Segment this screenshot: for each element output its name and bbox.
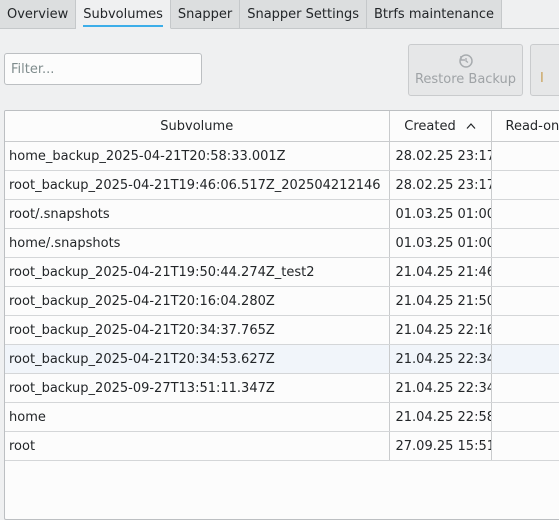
created-cell: 21.04.25 22:34 — [389, 374, 491, 403]
created-cell: 21.04.25 22:16 — [389, 316, 491, 345]
restore-backup-label: Restore Backup — [409, 72, 522, 87]
column-header-label: Read-onl — [506, 119, 559, 134]
tab-bar-spacer — [502, 0, 559, 29]
restore-icon — [458, 53, 474, 69]
table-row[interactable]: root_backup_2025-04-21T19:46:06.517Z_202… — [5, 171, 559, 200]
subvolume-cell: home_backup_2025-04-21T20:58:33.001Z — [5, 142, 389, 171]
tab-snapper-settings[interactable]: Snapper Settings — [240, 0, 367, 29]
column-header-label: Created — [404, 119, 455, 134]
subvolume-cell: home — [5, 403, 389, 432]
readonly-cell — [491, 142, 559, 171]
toolbar-overflow-button[interactable]: I — [530, 44, 559, 96]
tab-btrfs-maintenance[interactable]: Btrfs maintenance — [367, 0, 502, 29]
table-row[interactable]: home21.04.25 22:58 — [5, 403, 559, 432]
tab-overview[interactable]: Overview — [0, 0, 76, 29]
created-cell: 21.04.25 22:34 — [389, 345, 491, 374]
readonly-cell — [491, 403, 559, 432]
tab-snapper[interactable]: Snapper — [171, 0, 240, 29]
subvolume-cell: root/.snapshots — [5, 200, 389, 229]
table-row[interactable]: home_backup_2025-04-21T20:58:33.001Z28.0… — [5, 142, 559, 171]
subvolume-cell: root_backup_2025-09-27T13:51:11.347Z — [5, 374, 389, 403]
table-row[interactable]: root_backup_2025-09-27T13:51:11.347Z21.0… — [5, 374, 559, 403]
subvolume-cell: root — [5, 432, 389, 461]
readonly-cell — [491, 374, 559, 403]
subvolume-cell: home/.snapshots — [5, 229, 389, 258]
created-cell: 21.04.25 22:58 — [389, 403, 491, 432]
created-cell: 21.04.25 21:46 — [389, 258, 491, 287]
column-header-readonly[interactable]: Read-onl — [491, 111, 559, 142]
table-row[interactable]: root27.09.25 15:51 — [5, 432, 559, 461]
table-row[interactable]: root_backup_2025-04-21T20:16:04.280Z21.0… — [5, 287, 559, 316]
tab-label: Snapper Settings — [247, 7, 359, 22]
created-cell: 01.03.25 01:00 — [389, 229, 491, 258]
column-header-created[interactable]: Created — [389, 111, 491, 142]
readonly-cell — [491, 287, 559, 316]
tab-label: Snapper — [178, 7, 232, 22]
tab-label: Overview — [7, 7, 68, 22]
readonly-cell — [491, 229, 559, 258]
created-cell: 01.03.25 01:00 — [389, 200, 491, 229]
readonly-cell — [491, 171, 559, 200]
tab-label: Btrfs maintenance — [374, 7, 494, 22]
subvolume-cell: root_backup_2025-04-21T20:34:53.627Z — [5, 345, 389, 374]
tab-bar: Overview Subvolumes Snapper Snapper Sett… — [0, 0, 559, 29]
table-row[interactable]: root/.snapshots01.03.25 01:00 — [5, 200, 559, 229]
subvolumes-table: Subvolume Created Read-onl home_backup_2… — [4, 110, 559, 520]
tab-label: Subvolumes — [83, 7, 163, 27]
column-header-label: Subvolume — [160, 119, 233, 134]
readonly-cell — [491, 345, 559, 374]
subvolume-cell: root_backup_2025-04-21T19:50:44.274Z_tes… — [5, 258, 389, 287]
created-cell: 27.09.25 15:51 — [389, 432, 491, 461]
table-row[interactable]: root_backup_2025-04-21T20:34:37.765Z21.0… — [5, 316, 559, 345]
column-header-subvolume[interactable]: Subvolume — [5, 111, 389, 142]
table-row[interactable]: root_backup_2025-04-21T20:34:53.627Z21.0… — [5, 345, 559, 374]
filter-input[interactable] — [4, 53, 202, 85]
created-cell: 28.02.25 23:17 — [389, 171, 491, 200]
table-row[interactable]: home/.snapshots01.03.25 01:00 — [5, 229, 559, 258]
sort-ascending-icon — [466, 122, 476, 130]
restore-backup-button[interactable]: Restore Backup — [408, 44, 523, 96]
readonly-cell — [491, 432, 559, 461]
created-cell: 28.02.25 23:17 — [389, 142, 491, 171]
table-header-row: Subvolume Created Read-onl — [5, 111, 559, 142]
created-cell: 21.04.25 21:50 — [389, 287, 491, 316]
subvolume-cell: root_backup_2025-04-21T20:16:04.280Z — [5, 287, 389, 316]
readonly-cell — [491, 200, 559, 229]
subvolume-cell: root_backup_2025-04-21T19:46:06.517Z_202… — [5, 171, 389, 200]
readonly-cell — [491, 316, 559, 345]
subvolume-cell: root_backup_2025-04-21T20:34:37.765Z — [5, 316, 389, 345]
table-row[interactable]: root_backup_2025-04-21T19:50:44.274Z_tes… — [5, 258, 559, 287]
tab-subvolumes[interactable]: Subvolumes — [76, 0, 171, 29]
readonly-cell — [491, 258, 559, 287]
toolbar-overflow-label: I — [531, 71, 559, 86]
